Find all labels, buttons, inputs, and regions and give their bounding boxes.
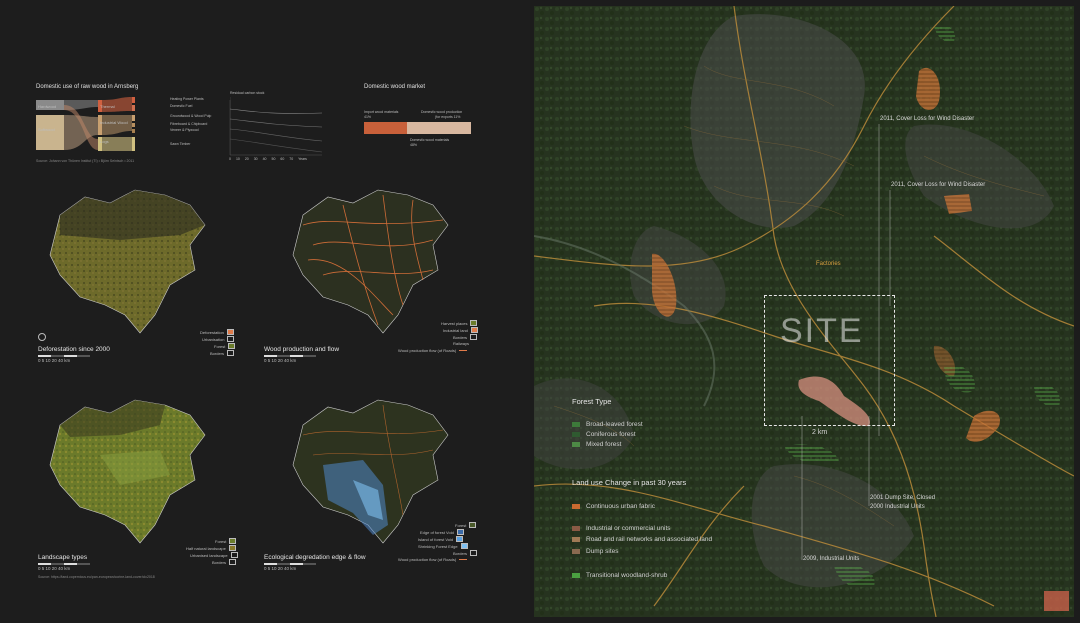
map-title-wood-production: Wood production and flow — [264, 346, 340, 353]
factories-label: Factories — [816, 261, 841, 267]
legend-item: Edge of forest Void — [420, 529, 464, 535]
legend-item: Wood production flow (of Roads) — [398, 557, 468, 562]
legend-item: Continuous urban fabric — [572, 503, 655, 510]
legend-item: Forest — [455, 522, 477, 528]
carbon-chart — [230, 97, 323, 156]
sankey-node-industrial — [98, 115, 102, 135]
market-domestic-bar — [407, 122, 471, 134]
deforestation-map — [49, 189, 206, 334]
carbon-axis: 0 10 20 30 40 50 60 70 Years — [229, 157, 307, 161]
legend-item: Wood production flow (of Roads) — [398, 348, 468, 353]
annotation-wind-1: 2011, Cover Loss for Wind Disaster — [880, 116, 975, 122]
legend-item: Dump sites — [572, 548, 619, 555]
sankey-target-5: Veneer & Plywood — [170, 128, 199, 132]
market-domestic-label: Domestic wood materials — [410, 138, 450, 142]
market-import-bar — [364, 122, 407, 134]
legend-item: Deforestation — [200, 329, 234, 335]
legend-item: Mixed forest — [572, 441, 621, 448]
map-title-ecological: Ecological degredation edge & flow — [264, 554, 366, 561]
scale-bar-4: 0 5 10 20 40 km — [264, 563, 316, 571]
legend-item: Railways — [453, 341, 470, 346]
wood-production-map — [292, 189, 449, 334]
annotation-wind-2: 2011, Cover Loss for Wind Disaster — [891, 182, 986, 188]
map-title-landscape: Landscape types — [38, 554, 88, 561]
forest-type-title: Forest Type — [572, 397, 612, 406]
legend-item: Borders — [453, 550, 478, 556]
legend-item: Borders — [453, 334, 478, 340]
site-label: SITE — [780, 312, 864, 350]
sankey-target-6: Sawn Timber — [170, 142, 191, 146]
scale-bar-3: 0 5 10 20 40 km — [38, 563, 90, 571]
market-import-label: Import wood materials — [364, 110, 399, 114]
market-title: Domestic wood market — [364, 84, 426, 90]
scale-label: 2 km — [812, 429, 828, 436]
scale-bar-1: 0 5 10 20 40 km — [38, 355, 90, 363]
legend-item: Shrinking Forest Edge — [418, 543, 468, 549]
sankey-label-thermal: Thermal — [100, 104, 115, 109]
market-production-label: Domestic wood production — [421, 110, 463, 114]
sankey-label-softwood: Softwood — [38, 127, 55, 132]
market-import-pct: 41% — [364, 115, 372, 119]
land-use-title: Land use Change in past 30 years — [572, 478, 687, 487]
sankey-label-hardwood: Hardwood — [38, 104, 57, 109]
legend-item: Forest — [214, 343, 236, 349]
ecological-degradation-map — [292, 399, 449, 544]
legend-item: Urbanised landscape — [190, 552, 238, 558]
sankey-title: Domestic use of raw wood in Arnsberg — [36, 84, 139, 90]
legend-item: Broad-leaved forest — [572, 421, 643, 428]
legend-item: Borders — [212, 559, 237, 565]
north-arrow-icon — [38, 333, 46, 341]
scale-bar-2: 0 5 10 20 40 km — [264, 355, 316, 363]
legend-item: Urbanisation — [202, 336, 235, 342]
legend-item: Transitional woodland-shrub — [572, 572, 667, 579]
sankey-label-logs: Logs — [100, 139, 109, 144]
annotation-industrial-2000: 2000 Industrial Units — [870, 504, 925, 510]
sankey-label-industrial: Industrial Wood — [100, 120, 128, 125]
legend-item: Island of forest Void — [418, 536, 464, 542]
legend-item: Industrial land — [443, 327, 478, 333]
map-title-deforestation: Deforestation since 2000 — [38, 346, 110, 353]
legend-item: Coniferous forest — [572, 431, 636, 438]
sankey-source: Source: Johann von Thünen Institut (TI) … — [36, 159, 135, 163]
legend-item: Road and rail networks and associated la… — [572, 536, 712, 543]
sankey-target-2: Domestic Fuel — [170, 104, 193, 108]
legend-item: Harvest places — [441, 320, 478, 326]
legend-item: Industrial or commercial units — [572, 525, 671, 532]
legend-item: Borders — [210, 350, 235, 356]
sankey-target-4: Fibreboard & Chipboard — [170, 122, 208, 126]
market-domestic-pct: 48% — [410, 143, 418, 147]
analysis-panel: Domestic use of raw wood in Arnsberg Har… — [0, 0, 530, 623]
footer-source: Source: https://land.copernicus.eu/pan-e… — [38, 575, 155, 579]
annotation-dump-site: 2001 Dump Site, Closed — [870, 495, 936, 501]
carbon-title: Residual carbon stock — [230, 91, 265, 95]
landscape-types-map — [49, 399, 206, 544]
legend-item: Half natural landscape — [186, 545, 236, 551]
sankey-target-1: Heating Power Plants — [170, 97, 204, 101]
market-production-sub: (for exports 11% — [435, 115, 461, 119]
sankey-target-3: Groundwood & Wood Pulp — [170, 114, 212, 118]
sankey-node-softwood — [36, 115, 64, 150]
site-map: SITE 2 km Factories 2011, Cover Loss for… — [534, 6, 1074, 617]
legend-item: Forest — [215, 538, 237, 544]
annotation-industrial-2009: 2009, Industrial Units — [803, 556, 860, 562]
